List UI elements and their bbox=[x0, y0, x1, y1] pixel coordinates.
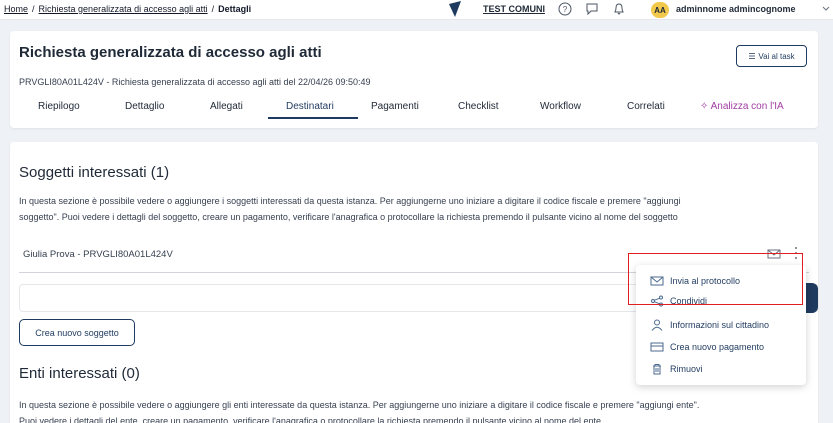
organization-link[interactable]: TEST COMUNI bbox=[483, 4, 545, 14]
breadcrumb-separator: / bbox=[32, 4, 35, 14]
subject-name: Giulia Prova - PRVGLI80A01L424V bbox=[23, 249, 173, 260]
create-subject-button[interactable]: Crea nuovo soggetto bbox=[19, 319, 135, 346]
enti-title: Enti interessati (0) bbox=[19, 365, 140, 382]
menu-item-new-payment[interactable]: Crea nuovo pagamento bbox=[636, 337, 806, 357]
svg-text:?: ? bbox=[563, 5, 568, 14]
page-title: Richiesta generalizzata di accesso agli … bbox=[19, 44, 322, 61]
tab-analizza-ia[interactable]: ✧ Analizza con l'IA bbox=[700, 101, 784, 112]
tab-checklist[interactable]: Checklist bbox=[458, 101, 499, 112]
tab-allegati[interactable]: Allegati bbox=[210, 101, 243, 112]
breadcrumb-current: Dettagli bbox=[218, 4, 252, 14]
menu-item-citizen-info[interactable]: Informazioni sul cittadino bbox=[636, 315, 806, 335]
tab-destinatari[interactable]: Destinatari bbox=[286, 101, 334, 112]
soggetti-description-line2: soggetto". Puoi vedere i dettagli del so… bbox=[19, 212, 678, 222]
active-tab-indicator bbox=[268, 117, 358, 119]
chevron-down-icon[interactable] bbox=[822, 4, 830, 14]
go-to-task-button[interactable]: Vai al task bbox=[736, 45, 807, 67]
person-icon bbox=[651, 319, 663, 331]
soggetti-description-line1: In questa sezione è possibile vedere o a… bbox=[19, 196, 681, 206]
chat-icon[interactable] bbox=[585, 2, 599, 16]
top-bar: Home / Richiesta generalizzata di access… bbox=[0, 0, 833, 20]
breadcrumb-home-link[interactable]: Home bbox=[4, 4, 28, 14]
tab-analizza-ia-label: Analizza con l'IA bbox=[710, 101, 784, 112]
sparkle-icon: ✧ bbox=[700, 101, 711, 112]
app-logo-icon bbox=[449, 1, 461, 17]
breadcrumb-request-link[interactable]: Richiesta generalizzata di accesso agli … bbox=[39, 4, 208, 14]
tab-correlati[interactable]: Correlati bbox=[627, 101, 665, 112]
user-avatar[interactable]: AA bbox=[651, 2, 669, 18]
breadcrumb: Home / Richiesta generalizzata di access… bbox=[4, 4, 251, 14]
menu-item-label: Rimuovi bbox=[670, 364, 703, 374]
go-to-task-label: Vai al task bbox=[758, 51, 795, 61]
enti-description-line1: In questa sezione è possibile vedere o a… bbox=[19, 400, 700, 410]
tab-dettaglio[interactable]: Dettaglio bbox=[125, 101, 164, 112]
request-header-card: Richiesta generalizzata di accesso agli … bbox=[10, 31, 818, 128]
tab-workflow[interactable]: Workflow bbox=[540, 101, 581, 112]
tab-bar: Riepilogo Dettaglio Allegati Destinatari… bbox=[10, 95, 818, 119]
menu-item-label: Informazioni sul cittadino bbox=[670, 320, 770, 330]
request-subtitle: PRVGLI80A01L424V - Richiesta generalizza… bbox=[19, 77, 371, 87]
bell-icon[interactable] bbox=[612, 2, 626, 16]
menu-item-remove[interactable]: Rimuovi bbox=[636, 359, 806, 379]
soggetti-title: Soggetti interessati (1) bbox=[19, 164, 170, 181]
user-name[interactable]: adminnome admincognome bbox=[676, 4, 796, 14]
highlight-box bbox=[628, 253, 803, 305]
credit-card-icon bbox=[650, 342, 664, 352]
tab-pagamenti[interactable]: Pagamenti bbox=[371, 101, 419, 112]
enti-description-line2: Puoi vedere i dettagli del ente, creare … bbox=[19, 416, 602, 423]
menu-item-label: Crea nuovo pagamento bbox=[670, 342, 765, 352]
trash-icon bbox=[653, 364, 661, 375]
breadcrumb-separator: / bbox=[211, 4, 215, 14]
tab-riepilogo[interactable]: Riepilogo bbox=[38, 101, 80, 112]
list-icon bbox=[749, 53, 756, 59]
help-icon[interactable]: ? bbox=[558, 2, 572, 16]
